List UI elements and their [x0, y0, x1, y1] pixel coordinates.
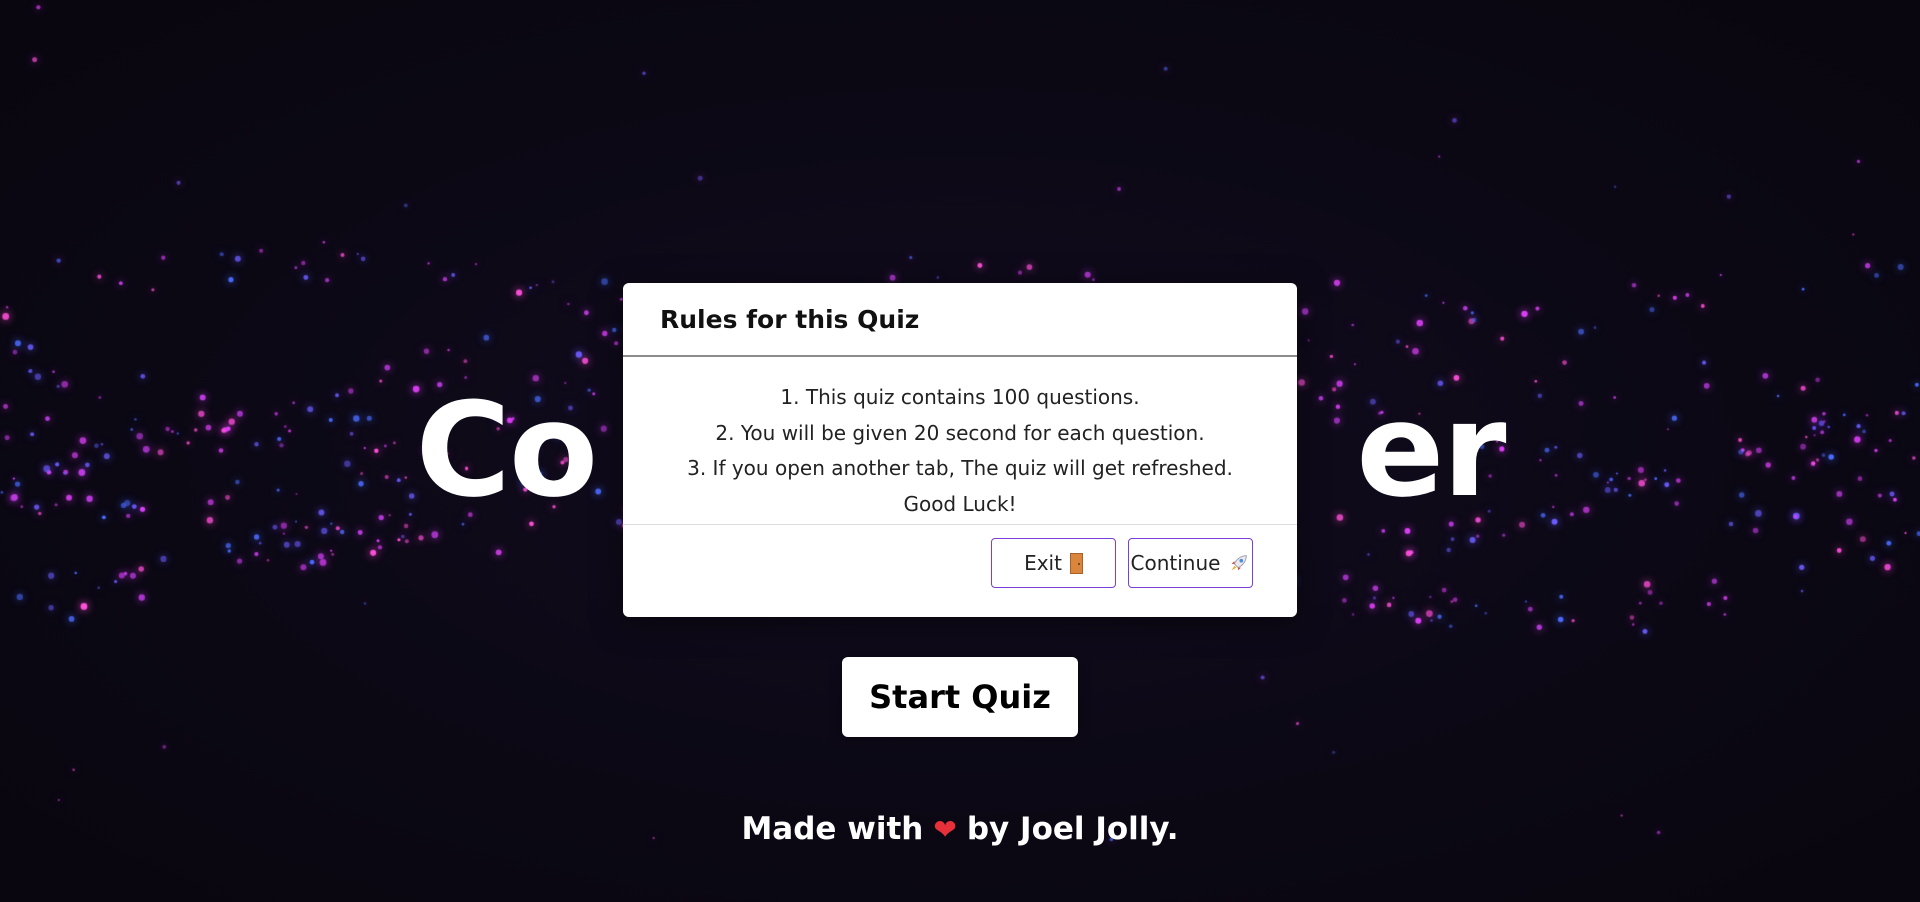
modal-footer: Exit Continue [623, 525, 1297, 617]
rule-item: 3. If you open another tab, The quiz wil… [687, 456, 1233, 480]
continue-button[interactable]: Continue [1128, 538, 1253, 588]
good-luck-text: Good Luck! [903, 491, 1017, 516]
modal-title: Rules for this Quiz [660, 304, 920, 334]
modal-header: Rules for this Quiz [623, 283, 1297, 357]
footer-credit: Made with ❤ by Joel Jolly. [0, 804, 1920, 855]
rule-item: 2. You will be given 20 second for each … [715, 420, 1205, 445]
hero-title-right: er [1356, 374, 1506, 526]
heart-icon: ❤ [933, 813, 957, 846]
footer-prefix: Made with [741, 811, 924, 847]
exit-button[interactable]: Exit [991, 538, 1116, 588]
continue-label: Continue [1130, 551, 1221, 575]
rules-list: 1. This quiz contains 100 questions. 2. … [623, 357, 1297, 525]
rocket-icon [1232, 555, 1248, 571]
rule-item: 1. This quiz contains 100 questions. [780, 385, 1140, 409]
footer-suffix: by Joel Jolly. [966, 811, 1179, 847]
exit-label: Exit [1024, 551, 1062, 575]
hero-title-left: Co [415, 374, 599, 526]
start-quiz-button[interactable]: Start Quiz [842, 657, 1078, 737]
quiz-landing-page: Co er Start Quiz Made with ❤ by Joel Jolly.… [0, 0, 1920, 902]
rules-modal: Rules for this Quiz 1. This quiz contain… [623, 283, 1297, 617]
door-icon [1069, 552, 1083, 574]
